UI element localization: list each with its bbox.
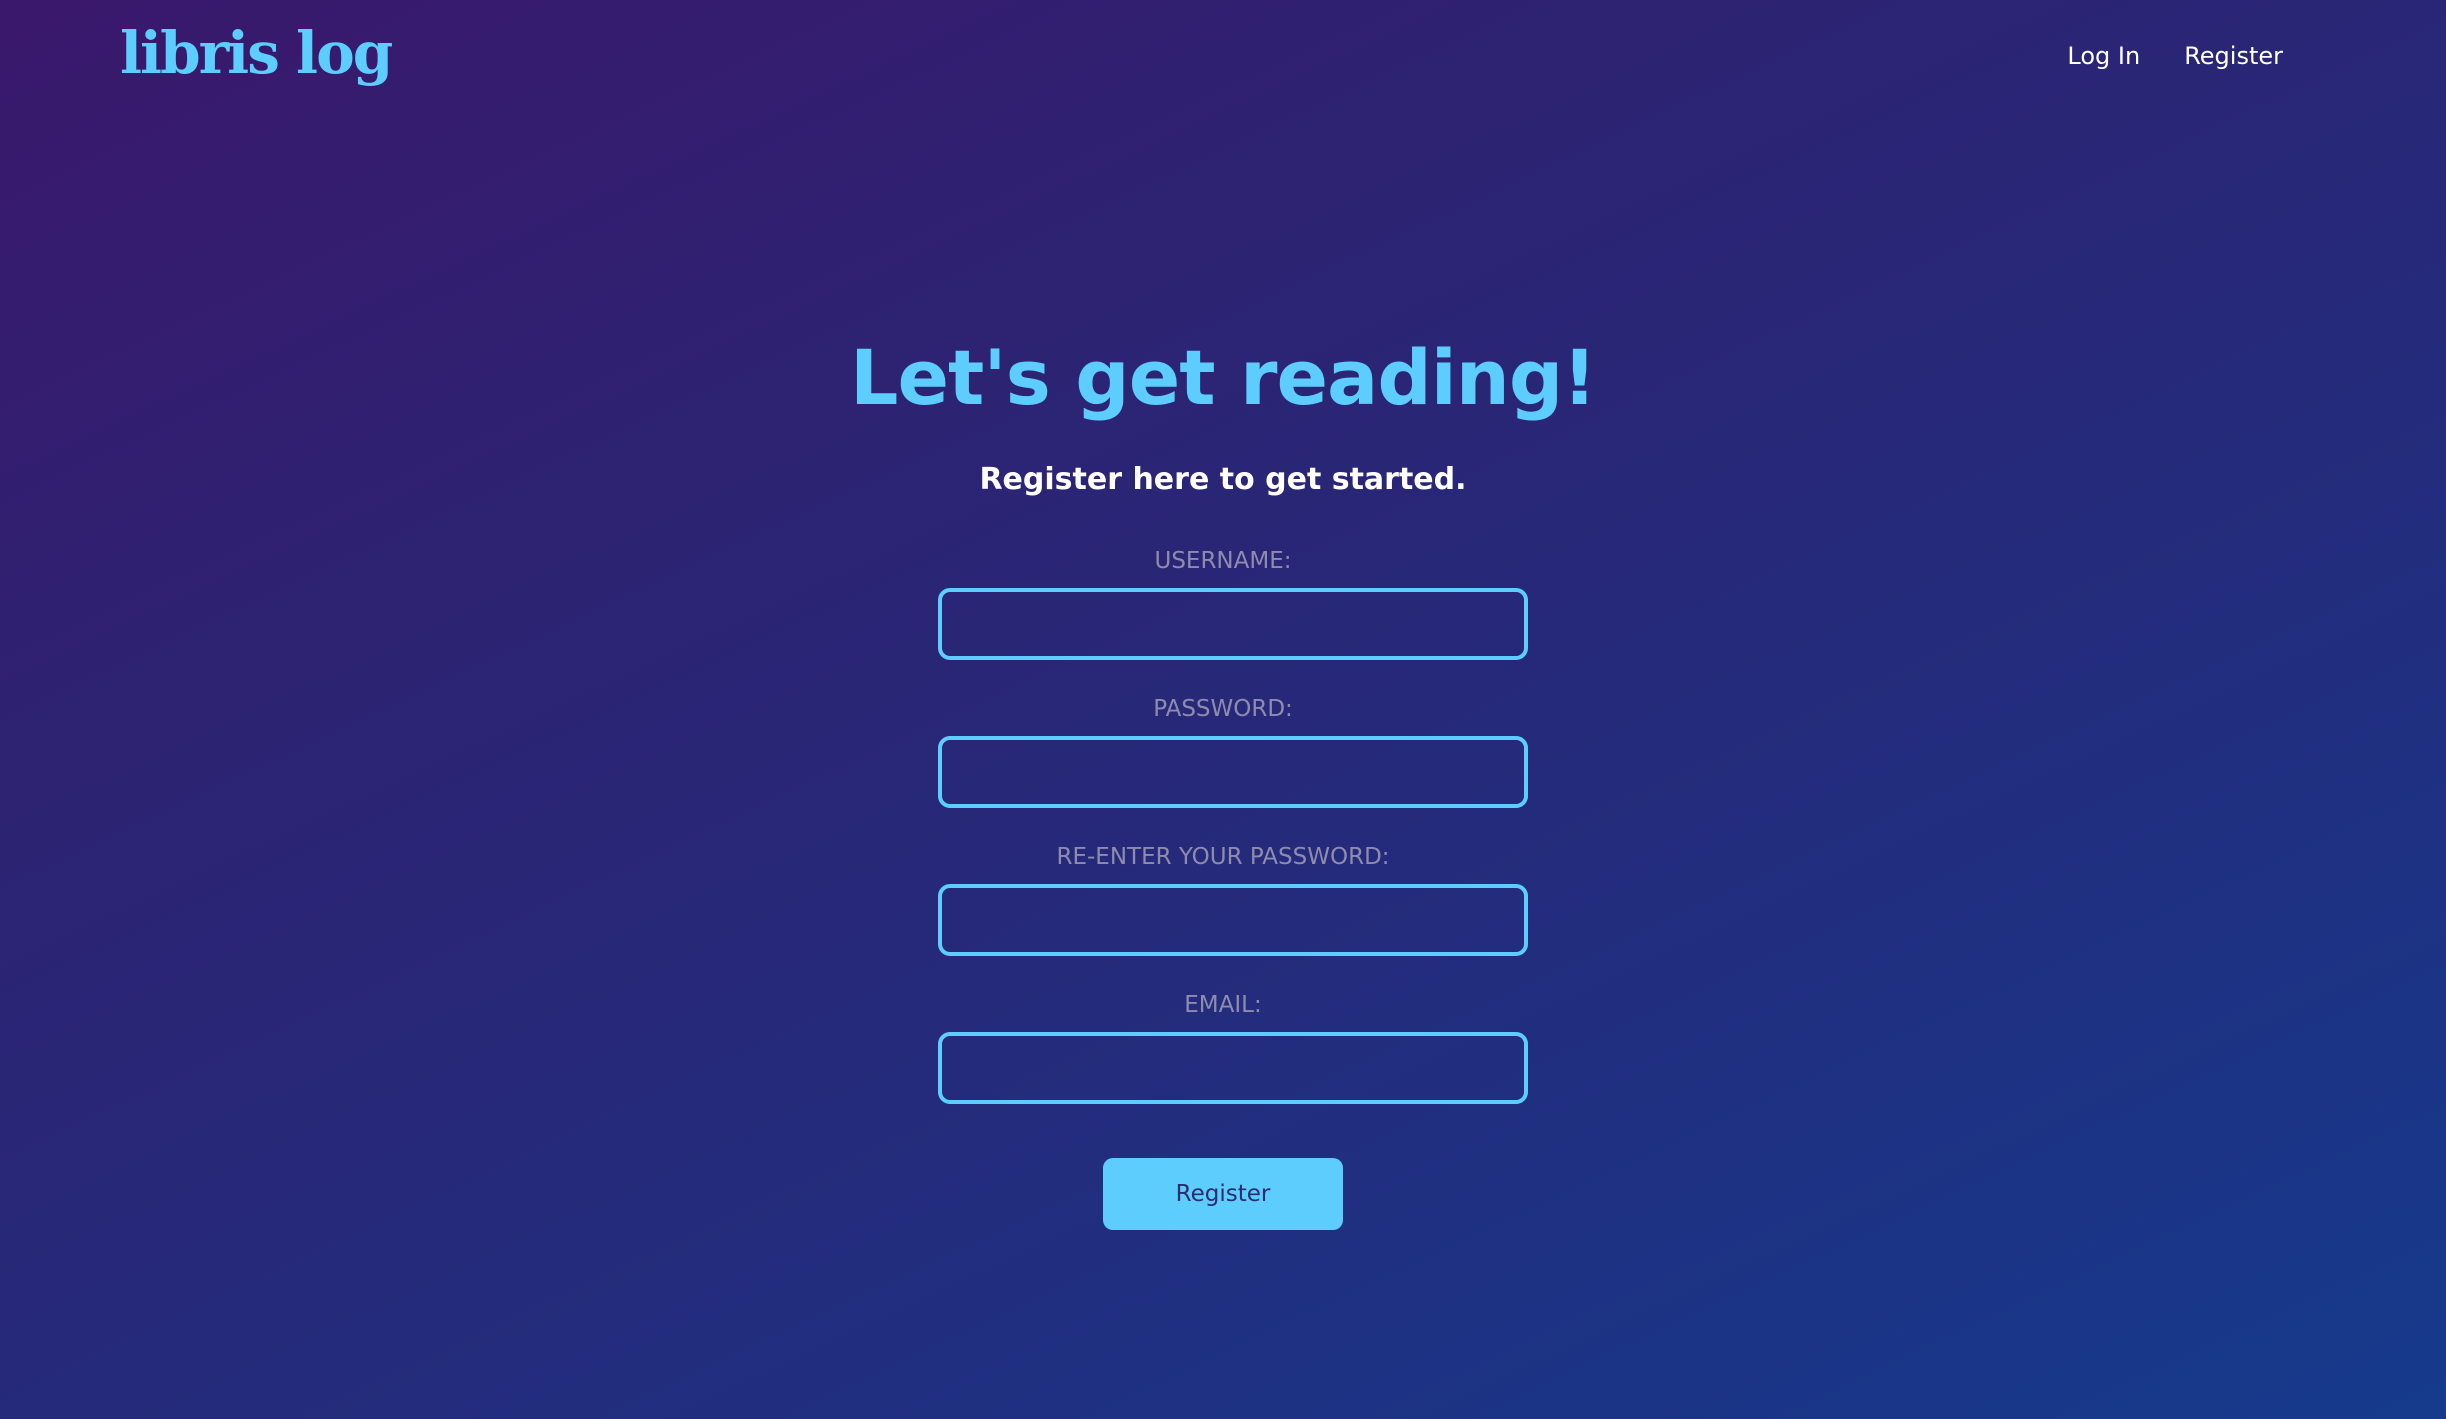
password-label: PASSWORD: [1153,696,1293,722]
register-button[interactable]: Register [1103,1158,1343,1230]
password-field-group: PASSWORD: [928,694,1528,808]
logo[interactable]: libris log [120,18,393,88]
confirm-password-label: RE-ENTER YOUR PASSWORD: [1056,844,1390,870]
confirm-password-input[interactable] [938,884,1528,956]
username-label: USERNAME: [1154,548,1292,574]
page-subtitle: Register here to get started. [979,462,1467,497]
username-input[interactable] [938,588,1528,660]
nav-register-link[interactable]: Register [2184,36,2283,76]
confirm-password-field-group: RE-ENTER YOUR PASSWORD: [928,842,1528,956]
register-form: USERNAME: PASSWORD: RE-ENTER YOUR PASSWO… [928,546,1528,1230]
register-section: Let's get reading! Register here to get … [0,330,2446,1230]
email-input[interactable] [938,1032,1528,1104]
page-title: Let's get reading! [850,333,1597,422]
nav-login-link[interactable]: Log In [2067,36,2140,76]
username-field-group: USERNAME: [928,546,1528,660]
email-label: EMAIL: [1184,992,1262,1018]
top-nav: Log In Register [2067,36,2283,76]
email-field-group: EMAIL: [928,990,1528,1104]
password-input[interactable] [938,736,1528,808]
